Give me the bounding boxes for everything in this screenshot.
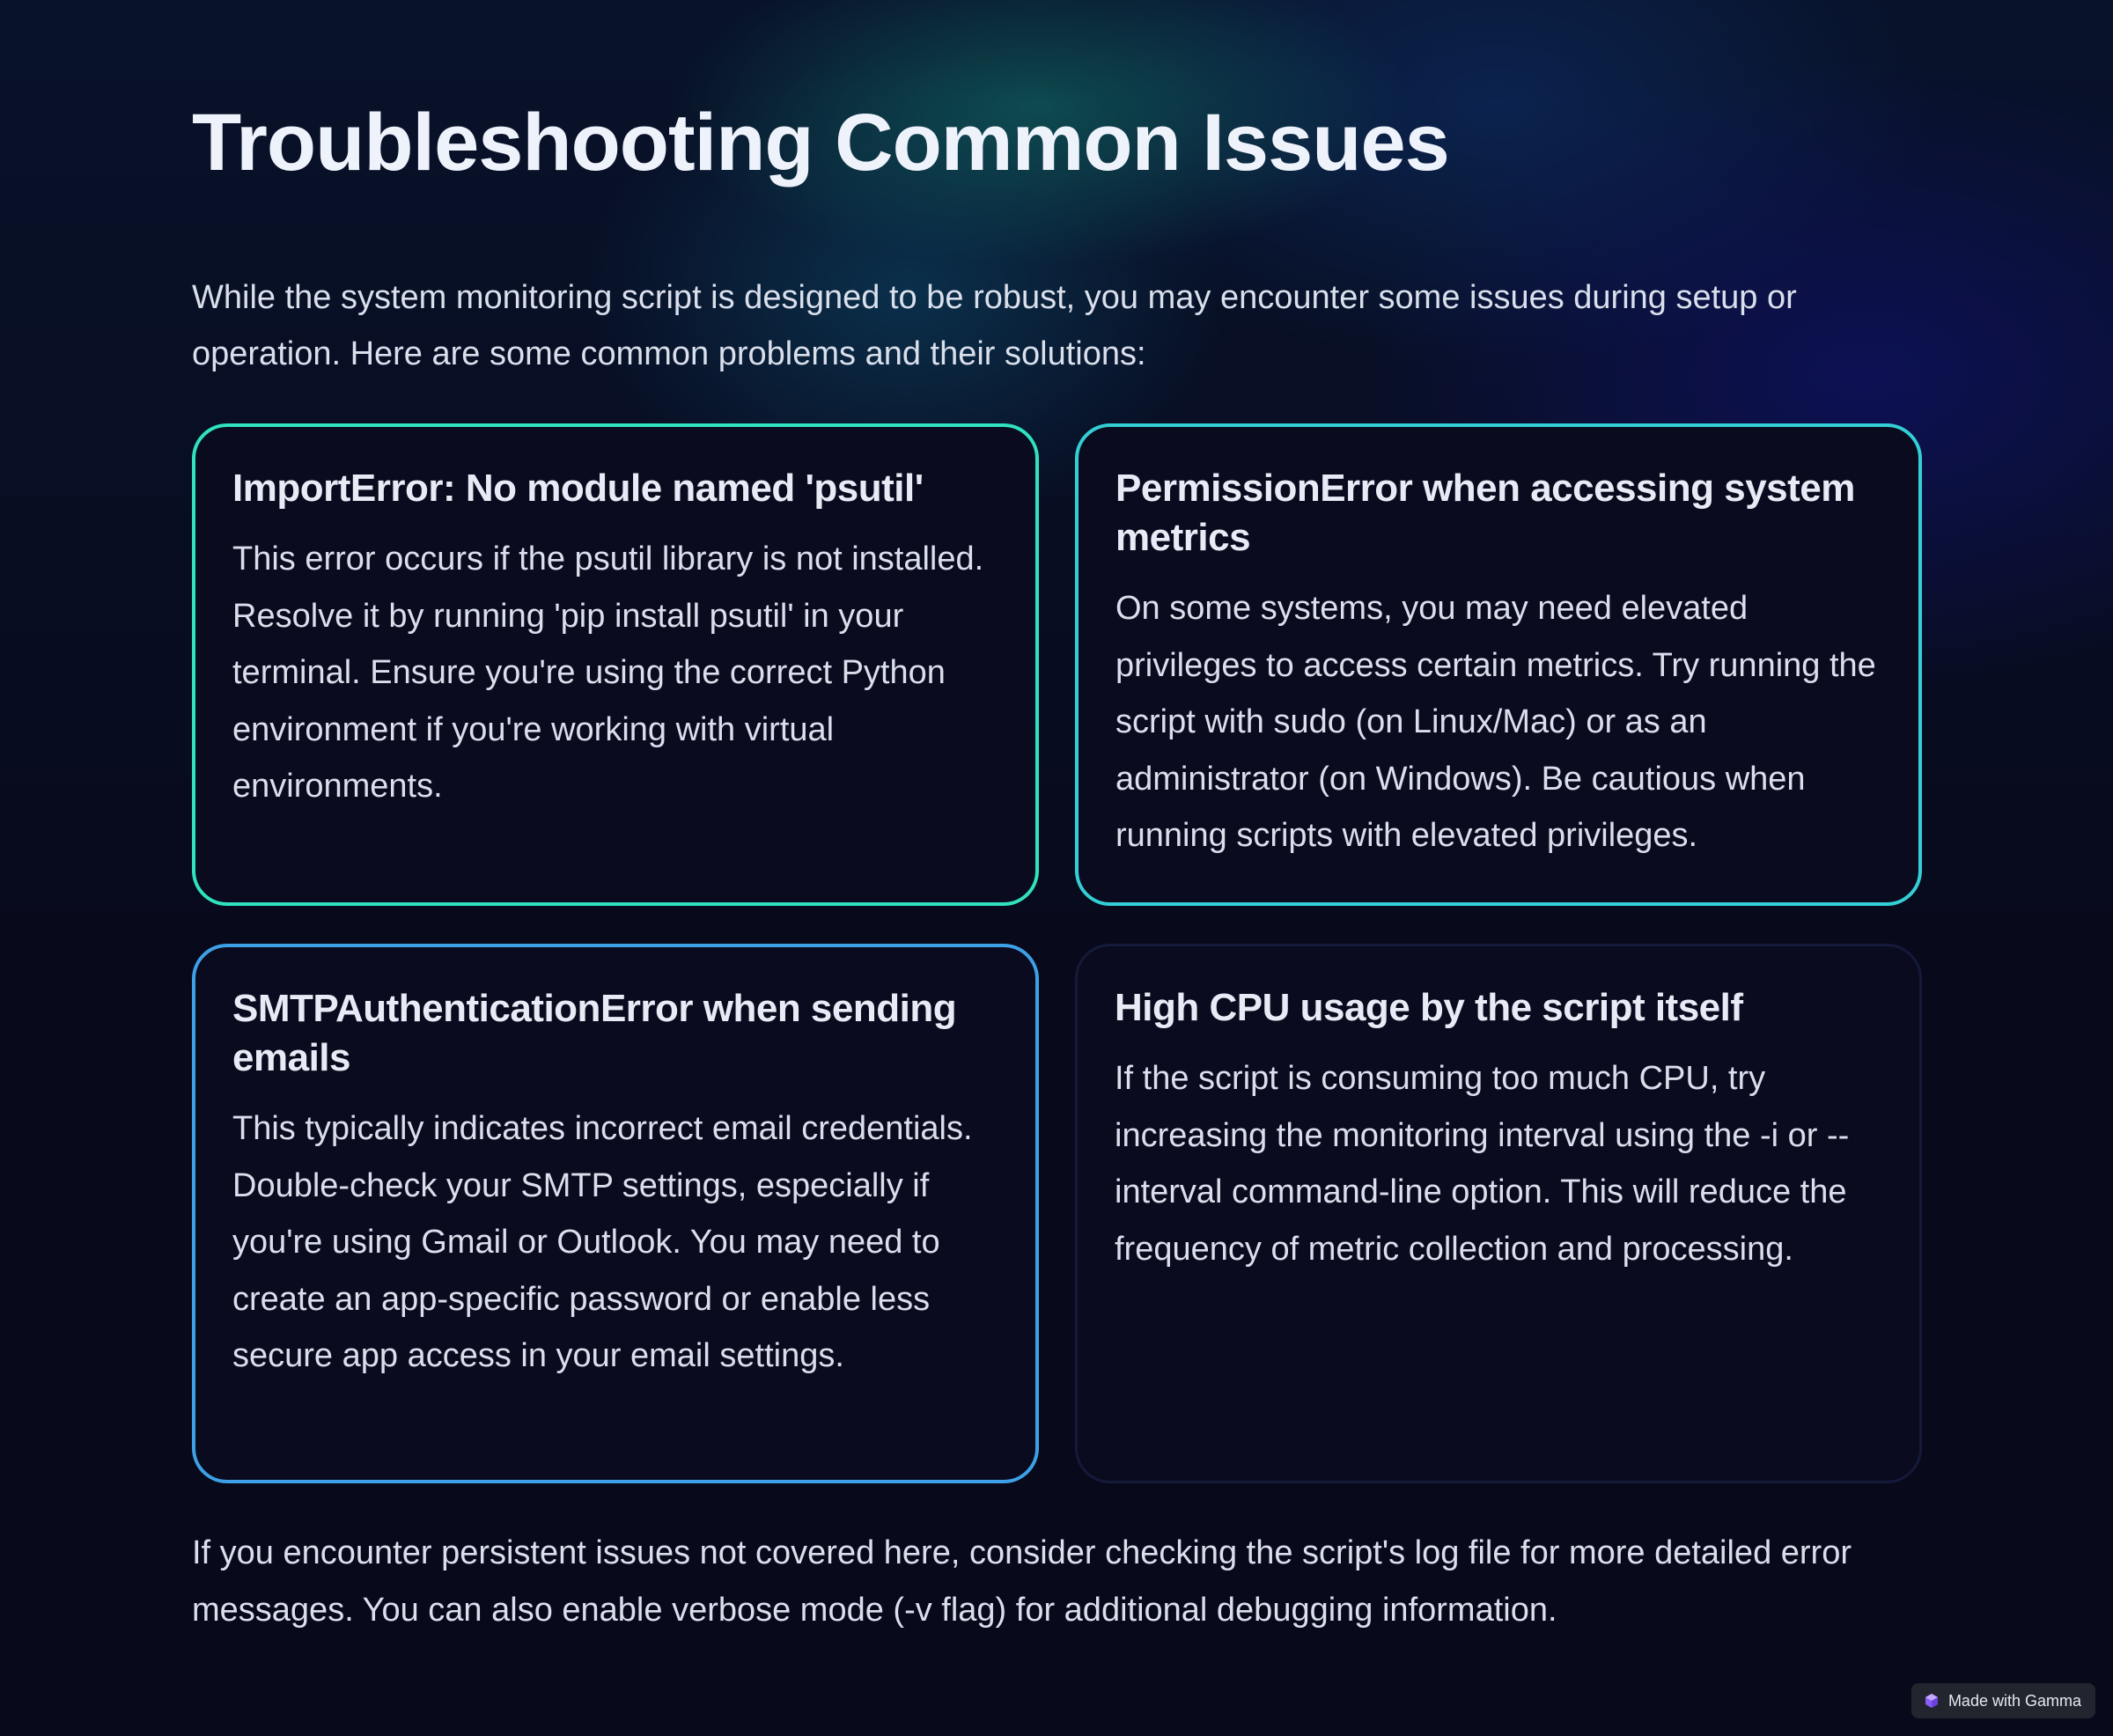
issue-card-title: PermissionError when accessing system me… — [1115, 467, 1855, 559]
issue-card-body: On some systems, you may need elevated p… — [1115, 590, 1876, 854]
slide: Troubleshooting Common Issues While the … — [0, 0, 2113, 1736]
issue-card-smtp-error: SMTPAuthenticationError when sending ema… — [192, 944, 1039, 1483]
page-title: Troubleshooting Common Issues — [192, 98, 1450, 188]
gamma-logo-icon — [1924, 1693, 1940, 1709]
issue-card-body: This error occurs if the psutil library … — [232, 541, 984, 805]
issue-card-import-error: ImportError: No module named 'psutil' Th… — [192, 423, 1039, 906]
issue-card-permission-error: PermissionError when accessing system me… — [1075, 423, 1922, 906]
made-with-gamma-badge[interactable]: Made with Gamma — [1911, 1683, 2095, 1718]
issue-card-body: This typically indicates incorrect email… — [232, 1110, 973, 1374]
badge-label: Made with Gamma — [1947, 1691, 2081, 1710]
issue-card-body: If the script is consuming too much CPU,… — [1115, 1060, 1850, 1268]
outro-paragraph: If you encounter persistent issues not c… — [192, 1534, 1852, 1629]
issue-card-title: SMTPAuthenticationError when sending ema… — [232, 987, 957, 1079]
issue-card-title: ImportError: No module named 'psutil' — [232, 467, 924, 510]
issue-card-high-cpu: High CPU usage by the script itself If t… — [1075, 944, 1922, 1483]
intro-paragraph: While the system monitoring script is de… — [192, 279, 1797, 372]
issue-card-title: High CPU usage by the script itself — [1115, 986, 1743, 1029]
